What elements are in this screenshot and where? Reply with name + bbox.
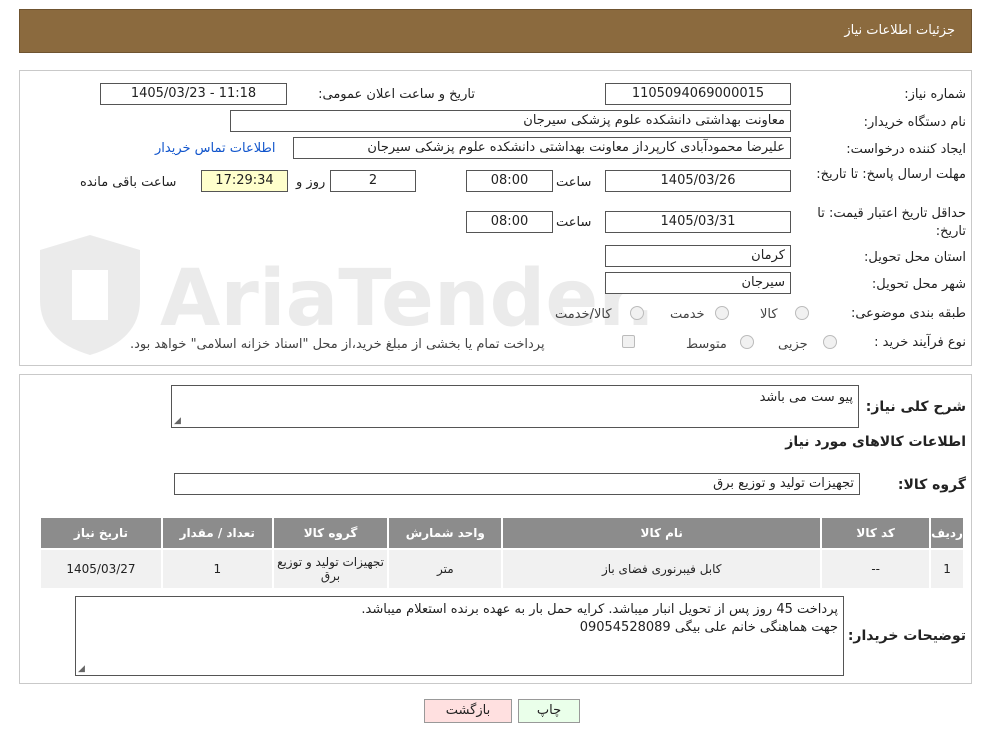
price-validity-time-label: ساعت [556, 215, 592, 230]
buyer-notes-line2: جهت هماهنگی خانم علی بیگی 09054528089 [579, 620, 838, 635]
city-label: شهر محل تحویل: [871, 277, 966, 292]
buyer-label: نام دستگاه خریدار: [863, 115, 966, 130]
description-field[interactable]: پیو ست می باشد [171, 385, 859, 428]
goods-group-label: گروه کالا: [897, 477, 966, 493]
creator-label: ایجاد کننده درخواست: [846, 142, 966, 157]
table-row: 1 -- کابل فیبرنوری فضای باز متر تجهیزات … [39, 548, 965, 590]
city-field: سیرجان [605, 272, 791, 294]
notes-resize-handle-icon[interactable]: ◢ [78, 664, 85, 674]
col-need-date: تاریخ نیاز [39, 516, 163, 550]
cell-row: 1 [929, 548, 965, 590]
col-name: نام کالا [501, 516, 823, 550]
col-code: کد کالا [820, 516, 932, 550]
cell-quantity: 1 [160, 548, 274, 590]
goods-group-field: تجهیزات تولید و توزیع برق [174, 473, 860, 495]
back-button[interactable]: بازگشت [424, 699, 512, 723]
deadline-time-label: ساعت [556, 175, 592, 190]
print-button[interactable]: چاپ [518, 699, 580, 723]
contact-buyer-link[interactable]: اطلاعات تماس خریدار [155, 141, 275, 156]
page-title: جزئیات اطلاعات نیاز [844, 23, 955, 38]
cell-unit: متر [387, 548, 504, 590]
process-medium-label: متوسط [686, 337, 727, 352]
goods-table: ردیف کد کالا نام کالا واحد شمارش گروه کا… [39, 516, 965, 590]
days-label: روز و [296, 175, 326, 190]
price-validity-date-field: 1405/03/31 [605, 211, 791, 233]
page-header: جزئیات اطلاعات نیاز [19, 9, 972, 53]
col-group: گروه کالا [271, 516, 390, 550]
category-goods-service-label: کالا/خدمت [555, 307, 612, 322]
buyer-notes-field[interactable]: پرداخت 45 روز پس از تحویل انبار میباشد. … [75, 596, 844, 676]
process-medium-radio[interactable] [740, 335, 754, 349]
category-label: طبقه بندی موضوعی: [850, 306, 966, 321]
creator-field: علیرضا محمودآبادی کارپرداز معاونت بهداشت… [293, 137, 791, 159]
process-partial-radio[interactable] [823, 335, 837, 349]
announce-label: تاریخ و ساعت اعلان عمومی: [318, 87, 475, 102]
category-goods-service-radio[interactable] [630, 306, 644, 320]
col-unit: واحد شمارش [387, 516, 504, 550]
buyer-notes-label: توضیحات خریدار: [847, 628, 966, 644]
buyer-notes-line1: پرداخت 45 روز پس از تحویل انبار میباشد. … [361, 602, 838, 617]
cell-need-date: 1405/03/27 [39, 548, 163, 590]
price-validity-label: حداقل تاریخ اعتبار قیمت: تا تاریخ: [817, 206, 966, 239]
need-number-field: 1105094069000015 [605, 83, 791, 105]
need-number-label: شماره نیاز: [904, 87, 966, 102]
buyer-field: معاونت بهداشتی دانشکده علوم پزشکی سیرجان [230, 110, 791, 132]
col-row: ردیف [929, 516, 965, 550]
payment-note: پرداخت تمام یا بخشی از مبلغ خرید،از محل … [130, 337, 545, 352]
deadline-time-field: 08:00 [466, 170, 553, 192]
deadline-label: مهلت ارسال پاسخ: تا تاریخ: [816, 167, 966, 182]
remaining-time-field: 17:29:34 [201, 170, 288, 192]
cell-name: کابل فیبرنوری فضای باز [501, 548, 823, 590]
deadline-date-field: 1405/03/26 [605, 170, 791, 192]
remaining-label: ساعت باقی مانده [80, 175, 177, 190]
category-service-label: خدمت [670, 307, 705, 322]
days-field: 2 [330, 170, 416, 192]
description-label: شرح کلی نیاز: [865, 399, 966, 415]
resize-handle-icon[interactable]: ◢ [174, 416, 181, 426]
goods-section-title: اطلاعات کالاهای مورد نیاز [785, 434, 966, 450]
category-service-radio[interactable] [715, 306, 729, 320]
cell-code: -- [820, 548, 932, 590]
cell-group: تجهیزات تولید و توزیع برق [271, 548, 390, 590]
price-validity-time-field: 08:00 [466, 211, 553, 233]
process-label: نوع فرآیند خرید : [874, 335, 966, 350]
treasury-checkbox[interactable] [622, 335, 635, 348]
category-goods-label: کالا [760, 307, 778, 322]
table-header-row: ردیف کد کالا نام کالا واحد شمارش گروه کا… [39, 516, 965, 550]
province-label: استان محل تحویل: [864, 250, 966, 265]
process-partial-label: جزیی [778, 337, 808, 352]
col-quantity: تعداد / مقدار [160, 516, 274, 550]
province-field: کرمان [605, 245, 791, 267]
announce-field: 1405/03/23 - 11:18 [100, 83, 287, 105]
category-goods-radio[interactable] [795, 306, 809, 320]
